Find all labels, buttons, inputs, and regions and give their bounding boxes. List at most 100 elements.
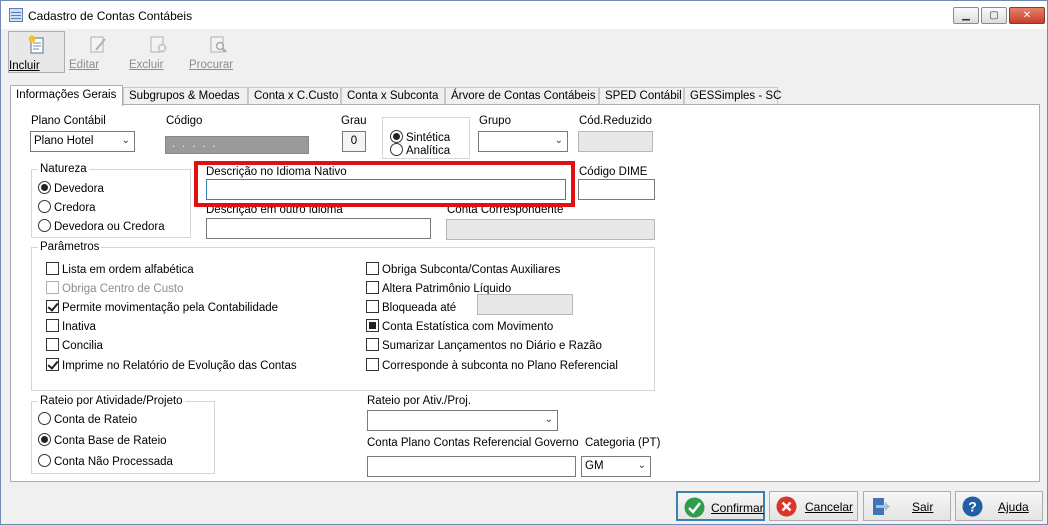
checkbox-box [46, 300, 59, 313]
search-icon [210, 36, 227, 53]
conta-rateio-radio[interactable]: Conta de Rateio [38, 412, 137, 426]
corresponde-subconta-checkbox[interactable]: Corresponde à subconta no Plano Referenc… [366, 358, 618, 372]
grau-field[interactable]: 0 [342, 131, 366, 152]
checkbox-label: Imprime no Relatório de Evolução das Con… [62, 360, 297, 372]
tab-gessimples-sc[interactable]: GESSimples - SC [684, 87, 781, 105]
natureza-devedora-credora-radio[interactable]: Devedora ou Credora [38, 219, 165, 233]
exit-door-icon [873, 498, 890, 515]
radio-dot [38, 181, 51, 194]
analitica-radio[interactable]: Analítica [390, 143, 450, 157]
concilia-checkbox[interactable]: Concilia [46, 338, 103, 352]
highlight-box [194, 161, 575, 207]
checkbox-box [366, 281, 379, 294]
rateio-ativ-label: Rateio por Ativ./Proj. [367, 395, 471, 407]
grupo-select[interactable]: ⌄ [478, 131, 568, 152]
analitica-label: Analítica [406, 145, 451, 157]
checkbox-label: Obriga Subconta/Contas Auxiliares [382, 264, 561, 276]
obriga-centro-custo-checkbox[interactable]: Obriga Centro de Custo [46, 281, 183, 295]
bloqueada-ate-date[interactable] [477, 294, 573, 315]
editar-label: Editar [69, 59, 100, 71]
edit-icon [90, 36, 106, 53]
sair-button[interactable]: Sair [863, 491, 951, 521]
editar-button[interactable]: Editar [69, 31, 126, 73]
tab-arvore-contas[interactable]: Árvore de Contas Contábeis [445, 87, 599, 105]
radio-dot [38, 454, 51, 467]
ajuda-button[interactable]: ? Ajuda [955, 491, 1043, 521]
delete-icon [150, 36, 166, 53]
checkbox-box [46, 319, 59, 332]
ajuda-label: Ajuda [998, 500, 1029, 514]
natureza-option-label: Credora [54, 202, 96, 214]
conta-nao-processada-radio[interactable]: Conta Não Processada [38, 454, 173, 468]
grau-label: Grau [341, 115, 367, 127]
checkbox-box [46, 262, 59, 275]
tab-informacoes-gerais[interactable]: Informações Gerais [10, 85, 123, 106]
codigo-field[interactable]: . . . . . [165, 136, 309, 154]
checkbox-label: Conta Estatística com Movimento [382, 321, 554, 333]
plano-contabil-select[interactable]: Plano Hotel ⌄ [30, 131, 135, 152]
categoria-label: Categoria (PT) [585, 437, 661, 449]
chevron-down-icon: ⌄ [554, 135, 563, 146]
cancelar-button[interactable]: Cancelar [769, 491, 858, 521]
check-icon [684, 497, 705, 518]
radio-dot [390, 143, 403, 156]
maximize-button[interactable]: ▢ [981, 7, 1007, 24]
tab-conta-subconta[interactable]: Conta x Subconta [341, 87, 445, 105]
tab-sped-contabil[interactable]: SPED Contábil [599, 87, 684, 105]
new-document-icon [28, 35, 43, 54]
close-button[interactable]: ✕ [1009, 7, 1045, 24]
lista-ordem-alfabetica-checkbox[interactable]: Lista em ordem alfabética [46, 262, 194, 276]
title-bar: Cadastro de Contas Contábeis ▁ ▢ ✕ [1, 1, 1047, 29]
conta-correspondente-field[interactable] [446, 219, 655, 240]
cancelar-label: Cancelar [805, 500, 854, 514]
descricao-outro-input[interactable] [206, 218, 431, 239]
categoria-value: GM [585, 460, 604, 472]
conta-referencial-input[interactable] [367, 456, 576, 477]
checkbox-box [46, 358, 59, 371]
obriga-subconta-checkbox[interactable]: Obriga Subconta/Contas Auxiliares [366, 262, 560, 276]
incluir-button[interactable]: Incluir [8, 31, 65, 73]
tab-conta-ccusto[interactable]: Conta x C.Custo [248, 87, 341, 105]
rateio-ativ-select[interactable]: ⌄ [367, 410, 558, 431]
checkbox-box [366, 262, 379, 275]
checkbox-label: Permite movimentação pela Contabilidade [62, 302, 279, 314]
cod-reduzido-label: Cód.Reduzido [579, 115, 652, 127]
excluir-button[interactable]: Excluir [129, 31, 186, 73]
conta-estatistica-checkbox[interactable]: Conta Estatística com Movimento [366, 319, 553, 333]
natureza-option-label: Devedora ou Credora [54, 221, 165, 233]
rateio-legend: Rateio por Atividade/Projeto [40, 395, 183, 407]
confirmar-button[interactable]: Confirmar [676, 491, 765, 521]
help-icon: ? [962, 496, 983, 517]
categoria-select[interactable]: GM ⌄ [581, 456, 651, 477]
sintetica-radio[interactable]: Sintética [390, 130, 450, 144]
rateio-option-label: Conta Base de Rateio [54, 435, 167, 447]
excluir-label: Excluir [129, 59, 164, 71]
checkbox-box [46, 338, 59, 351]
cod-reduzido-field[interactable] [578, 131, 653, 152]
radio-dot [390, 130, 403, 143]
procurar-button[interactable]: Procurar [189, 31, 246, 73]
radio-dot [38, 200, 51, 213]
minimize-button[interactable]: ▁ [953, 7, 979, 24]
tab-subgrupos-moedas[interactable]: Subgrupos & Moedas [123, 87, 248, 105]
natureza-credora-radio[interactable]: Credora [38, 200, 96, 214]
plano-contabil-label: Plano Contábil [31, 115, 106, 127]
codigo-dime-input[interactable] [578, 179, 655, 200]
conta-base-rateio-radio[interactable]: Conta Base de Rateio [38, 433, 167, 447]
checkbox-label: Obriga Centro de Custo [62, 283, 184, 295]
incluir-label: Incluir [9, 60, 40, 72]
conta-referencial-label: Conta Plano Contas Referencial Governo [367, 437, 579, 449]
imprime-relatorio-checkbox[interactable]: Imprime no Relatório de Evolução das Con… [46, 358, 297, 372]
altera-patrimonio-checkbox[interactable]: Altera Patrimônio Líquido [366, 281, 511, 295]
inativa-checkbox[interactable]: Inativa [46, 319, 96, 333]
natureza-legend: Natureza [40, 163, 87, 175]
bloqueada-ate-checkbox[interactable]: Bloqueada até [366, 300, 456, 314]
sumarizar-lancamentos-checkbox[interactable]: Sumarizar Lançamentos no Diário e Razão [366, 338, 602, 352]
checkbox-box [366, 300, 379, 313]
checkbox-label: Concilia [62, 340, 103, 352]
natureza-devedora-radio[interactable]: Devedora [38, 181, 104, 195]
permite-movimentacao-checkbox[interactable]: Permite movimentação pela Contabilidade [46, 300, 278, 314]
radio-dot [38, 412, 51, 425]
grupo-label: Grupo [479, 115, 511, 127]
window-title: Cadastro de Contas Contábeis [28, 9, 193, 23]
